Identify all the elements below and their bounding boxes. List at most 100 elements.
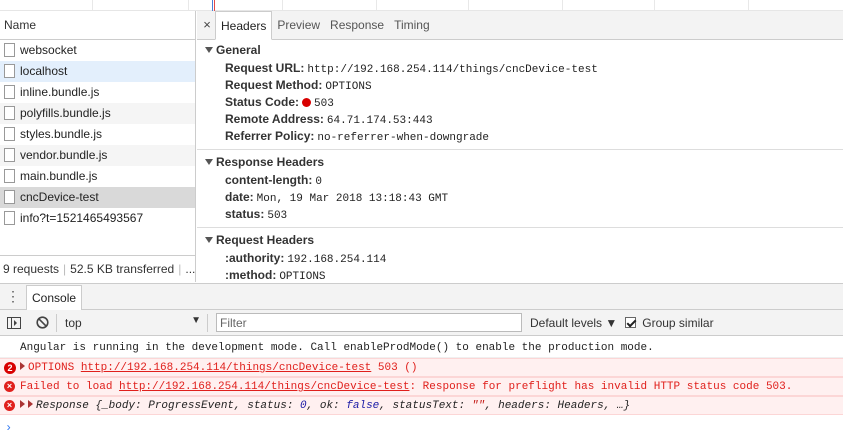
- toolbar-separator: [207, 313, 208, 332]
- referrer-policy-row: Referrer Policy: no-referrer-when-downgra…: [197, 128, 843, 145]
- tab-headers[interactable]: Headers: [215, 11, 273, 40]
- object-ok: false: [346, 400, 380, 412]
- header-key: status:: [225, 207, 265, 221]
- console-message-error[interactable]: × Failed to load http://192.168.254.114/t…: [0, 377, 843, 396]
- header-value: http://192.168.254.114/things/cncDevice-…: [307, 64, 598, 76]
- object-text: , statusText:: [379, 400, 472, 412]
- timeline-gridline: [468, 0, 469, 10]
- console-messages: Angular is running in the development mo…: [0, 337, 843, 445]
- summary-overflow: ...: [185, 262, 195, 276]
- header-value: 192.168.254.114: [287, 254, 387, 266]
- response-object: Response {_body: ProgressEvent, status: …: [36, 400, 630, 412]
- object-tail: , headers: Headers, …}: [484, 400, 631, 412]
- console-filter-input[interactable]: [216, 313, 522, 332]
- request-item-polyfills-bundle[interactable]: polyfills.bundle.js: [0, 103, 195, 124]
- dropdown-arrow-icon: ▼: [191, 314, 201, 326]
- request-details-panel: × Headers Preview Response Timing Genera…: [197, 11, 843, 282]
- request-name: styles.bundle.js: [20, 127, 103, 141]
- header-key: Request URL:: [225, 61, 305, 75]
- name-column-header[interactable]: Name: [0, 11, 195, 40]
- request-item-info[interactable]: info?t=1521465493567: [0, 208, 195, 229]
- header-value: Mon, 19 Mar 2018 13:18:43 GMT: [256, 193, 449, 205]
- error-count-badge: 2: [4, 362, 16, 374]
- context-selector[interactable]: top ▼: [63, 314, 201, 330]
- header-key: :authority:: [225, 251, 285, 265]
- timeline-gridline: [654, 0, 655, 10]
- request-name: localhost: [20, 64, 68, 78]
- error-icon: ×: [4, 381, 15, 392]
- section-title: Response Headers: [216, 155, 325, 169]
- request-item-vendor-bundle[interactable]: vendor.bundle.js: [0, 145, 195, 166]
- request-method-row: Request Method: OPTIONS: [197, 77, 843, 94]
- header-key: Request Method:: [225, 78, 323, 92]
- clear-console-icon[interactable]: [34, 315, 50, 331]
- network-request-list: Name websocket localhost inline.bundle.j…: [0, 11, 196, 282]
- request-method: OPTIONS: [28, 362, 75, 374]
- timeline-gridline: [188, 0, 189, 10]
- header-key: :method:: [225, 268, 277, 282]
- console-message-error-object[interactable]: × Response {_body: ProgressEvent, status:…: [0, 396, 843, 415]
- triangle-down-icon: [205, 158, 213, 165]
- separator: |: [178, 262, 182, 276]
- error-url-link[interactable]: http://192.168.254.114/things/cncDevice-…: [81, 362, 371, 374]
- request-name: main.bundle.js: [20, 169, 98, 183]
- header-value: 0: [315, 176, 322, 188]
- toolbar-separator: [56, 313, 57, 332]
- response-headers-toggle[interactable]: Response Headers: [197, 152, 843, 172]
- authority-row: :authority: 192.168.254.114: [197, 250, 843, 267]
- request-name: websocket: [20, 43, 77, 57]
- timeline-gridline: [748, 0, 749, 10]
- tab-console[interactable]: Console: [26, 285, 83, 310]
- request-name: info?t=1521465493567: [20, 211, 144, 225]
- general-section-toggle[interactable]: General: [197, 40, 843, 60]
- request-item-websocket[interactable]: websocket: [0, 40, 195, 61]
- remote-address-row: Remote Address: 64.71.174.53:443: [197, 111, 843, 128]
- group-similar-checkbox[interactable]: [625, 317, 637, 328]
- expand-triangle-icon[interactable]: [20, 400, 25, 408]
- response-headers-section: Response Headers content-length: 0 date: M…: [197, 152, 843, 228]
- request-item-styles-bundle[interactable]: styles.bundle.js: [0, 124, 195, 145]
- log-levels-dropdown[interactable]: Default levels ▼: [530, 316, 617, 330]
- more-options-icon[interactable]: ⋮: [0, 288, 26, 305]
- tab-timing[interactable]: Timing: [389, 11, 435, 39]
- close-icon[interactable]: ×: [199, 11, 215, 39]
- console-message-error[interactable]: 2 OPTIONS http://192.168.254.114/things/c…: [0, 358, 843, 377]
- group-similar-label: Group similar: [642, 315, 714, 330]
- error-prefix: Failed to load: [20, 381, 113, 393]
- expand-triangle-icon[interactable]: [20, 362, 25, 370]
- error-url-link[interactable]: http://192.168.254.114/things/cncDevice-…: [119, 381, 409, 393]
- header-value: OPTIONS: [279, 271, 326, 282]
- triangle-down-icon: [205, 236, 213, 243]
- header-value: 64.71.174.53:443: [326, 115, 433, 127]
- section-title: General: [216, 43, 261, 57]
- method-row: :method: OPTIONS: [197, 267, 843, 282]
- console-prompt-icon[interactable]: ›: [5, 421, 12, 435]
- document-icon: [4, 148, 15, 162]
- error-icon: ×: [4, 400, 15, 411]
- request-headers-toggle[interactable]: Request Headers: [197, 230, 843, 250]
- content-length-row: content-length: 0: [197, 172, 843, 189]
- tab-response[interactable]: Response: [325, 11, 389, 39]
- drawer-tabbar: ⋮ Console: [0, 283, 843, 310]
- error-status: 503 (): [377, 362, 418, 374]
- header-key: Referrer Policy:: [225, 129, 315, 143]
- network-timeline-overview: [0, 0, 843, 11]
- tab-preview[interactable]: Preview: [272, 11, 325, 39]
- request-item-localhost[interactable]: localhost: [0, 61, 195, 82]
- header-key: Status Code:: [225, 95, 300, 109]
- timeline-gridline: [282, 0, 283, 10]
- error-suffix: : Response for preflight has invalid HTT…: [409, 381, 793, 393]
- request-name: vendor.bundle.js: [20, 148, 108, 162]
- status-row: status: 503: [197, 206, 843, 223]
- triangle-down-icon: [205, 46, 213, 53]
- show-sidebar-icon[interactable]: [6, 315, 22, 331]
- request-item-main-bundle[interactable]: main.bundle.js: [0, 166, 195, 187]
- object-status-text: "": [471, 400, 485, 412]
- header-key: date:: [225, 190, 254, 204]
- request-item-inline-bundle[interactable]: inline.bundle.js: [0, 82, 195, 103]
- object-text: , ok:: [306, 400, 347, 412]
- object-status: 0: [300, 400, 307, 412]
- request-item-cncdevice-test[interactable]: cncDevice-test: [0, 187, 195, 208]
- expand-triangle-icon[interactable]: [28, 400, 33, 408]
- document-icon: [4, 127, 15, 141]
